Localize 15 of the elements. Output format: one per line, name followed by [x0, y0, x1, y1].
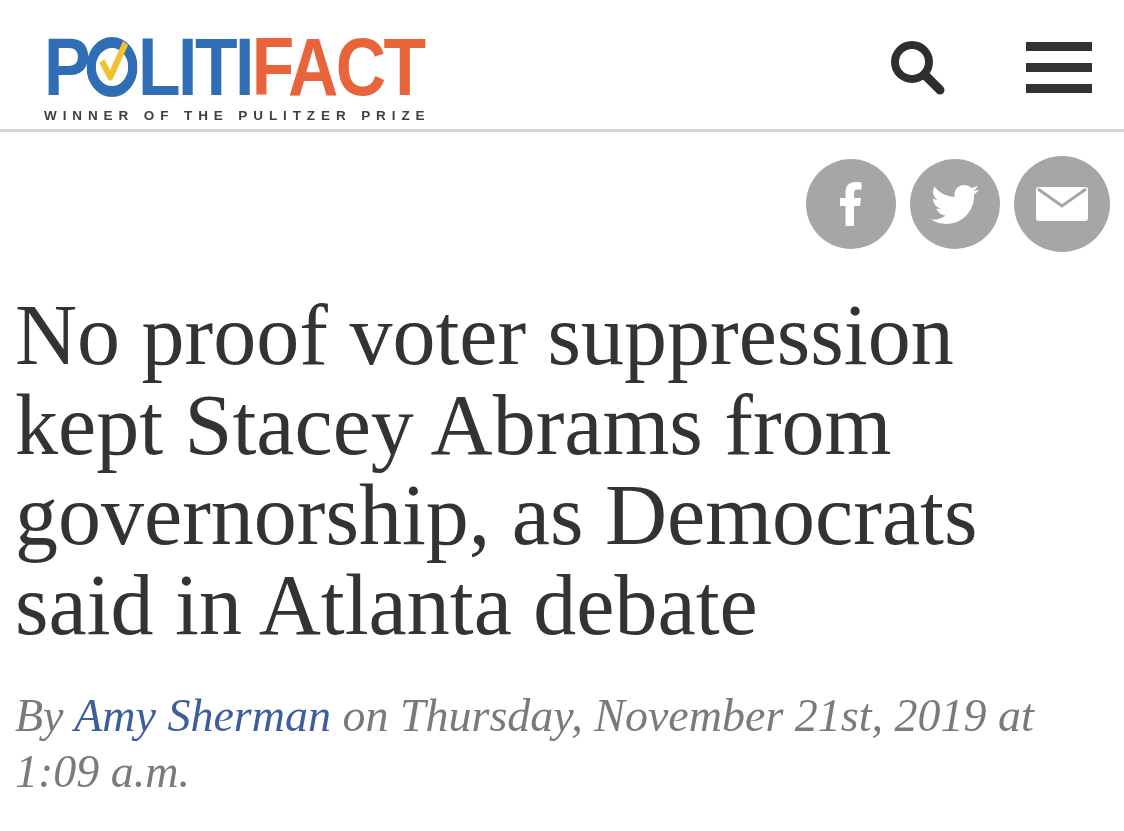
logo-tagline: WINNER OF THE PULITZER PRIZE: [44, 108, 431, 123]
search-button[interactable]: [890, 40, 946, 96]
envelope-icon: [1036, 187, 1088, 221]
check-ring-icon: [86, 37, 138, 97]
logo-wordmark-text: P: [44, 30, 88, 104]
logo-wordmark-text: FACT: [251, 30, 426, 104]
article-byline: By Amy Sherman on Thursday, November 21st, 2019 at 1:09 a.m.: [14, 689, 1036, 799]
logo-wordmark-text: LITI: [138, 30, 252, 104]
site-logo[interactable]: P LITIFACT WINNER OF THE PULITZER PRIZE: [44, 30, 431, 123]
search-icon: [890, 40, 946, 96]
facebook-f-icon: [840, 182, 862, 226]
bird-icon: [931, 184, 979, 224]
menu-button[interactable]: [1026, 42, 1092, 94]
menu-icon: [1026, 42, 1092, 94]
article-headline: No proof voter suppression kept Stacey Abrams from governorship, as Democrats said in Atlanta debate: [14, 290, 979, 650]
